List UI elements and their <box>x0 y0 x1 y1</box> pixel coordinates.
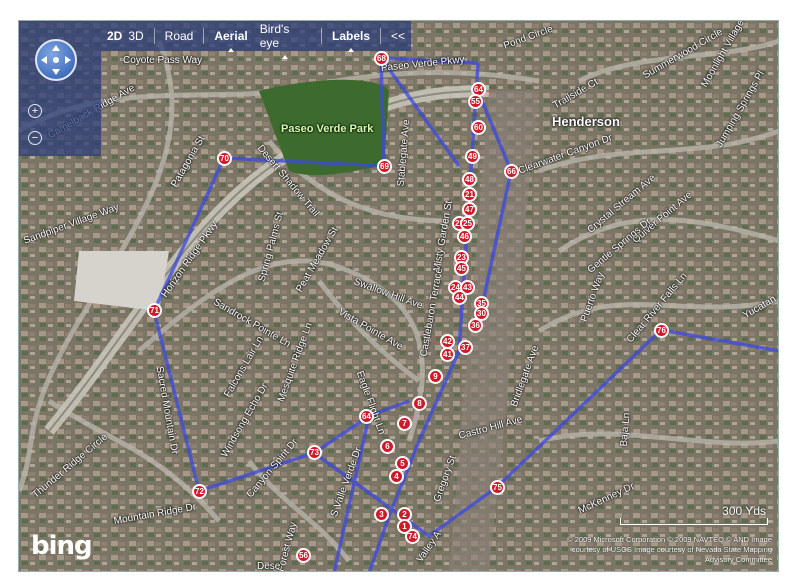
route-marker[interactable]: 64 <box>359 409 374 424</box>
aerial-view-button[interactable]: Aerial <box>208 29 253 52</box>
birds-eye-button[interactable]: Bird's eye <box>254 22 317 59</box>
route-marker[interactable]: 7 <box>397 416 412 431</box>
route-marker[interactable]: 44 <box>452 290 467 305</box>
zoom-in-button[interactable]: + <box>28 104 42 118</box>
scale-bar <box>620 518 768 525</box>
divider <box>321 28 322 44</box>
route-marker[interactable]: 69 <box>377 159 392 174</box>
route-marker[interactable]: 73 <box>307 445 322 460</box>
divider <box>203 28 205 44</box>
route-marker[interactable]: 36 <box>468 318 483 333</box>
map-view[interactable]: Henderson Paseo Verde Park Coyote Pass W… <box>18 20 779 572</box>
route-marker[interactable]: 47 <box>462 202 477 217</box>
collapse-toolbar-button[interactable]: << <box>385 29 411 43</box>
route-marker[interactable]: 76 <box>654 323 669 338</box>
mode-3d-button[interactable]: 3D <box>128 29 149 43</box>
route-marker[interactable]: 37 <box>458 340 473 355</box>
divider <box>380 28 381 44</box>
birds-eye-label: Bird's eye <box>259 22 290 50</box>
labels-label: Labels <box>332 29 371 43</box>
scale-label: 300 Yds <box>722 504 766 518</box>
place-label-park: Paseo Verde Park <box>281 123 374 135</box>
route-marker[interactable]: 9 <box>428 369 443 384</box>
route-marker[interactable]: 55 <box>468 94 483 109</box>
bing-logo: bing <box>31 531 93 561</box>
route-marker[interactable]: 72 <box>192 484 207 499</box>
route-marker[interactable]: 71 <box>147 303 162 318</box>
route-marker[interactable]: 66 <box>504 164 519 179</box>
route-marker[interactable]: 74 <box>405 529 420 544</box>
route-marker[interactable]: 56 <box>296 548 311 563</box>
aerial-label: Aerial <box>214 29 248 43</box>
street-label: Dese <box>257 561 281 572</box>
route-marker[interactable]: 6 <box>380 439 395 454</box>
route-marker[interactable]: 49 <box>465 149 480 164</box>
route-marker[interactable]: 70 <box>217 151 232 166</box>
route-marker[interactable]: 21 <box>462 187 477 202</box>
route-marker[interactable]: 41 <box>440 347 455 362</box>
route-marker[interactable]: 48 <box>462 172 477 187</box>
route-marker[interactable]: 75 <box>490 480 505 495</box>
divider <box>153 28 155 44</box>
route-marker[interactable]: 8 <box>412 396 427 411</box>
place-label-henderson: Henderson <box>552 114 620 129</box>
street-label: Coyote Pass Way <box>123 55 203 66</box>
chevron-up-icon <box>228 48 235 52</box>
route-marker[interactable]: 3 <box>374 507 389 522</box>
zoom-out-button[interactable]: − <box>28 131 42 145</box>
chevron-up-icon <box>348 48 354 52</box>
pan-compass-icon[interactable] <box>35 39 77 81</box>
route-marker[interactable]: 68 <box>374 51 389 66</box>
mode-2d-button[interactable]: 2D <box>101 29 128 43</box>
map-toolbar: 2D 3D Road Aerial Bird's eye Labels << <box>101 21 411 59</box>
copyright-text: © 2009 Microsoft Corporation © 2009 NAVT… <box>567 535 772 564</box>
map-control-panel: + − <box>19 21 101 156</box>
route-marker[interactable]: 45 <box>454 261 469 276</box>
labels-toggle-button[interactable]: Labels <box>326 29 376 52</box>
route-marker[interactable]: 46 <box>457 229 472 244</box>
route-marker[interactable]: 60 <box>471 120 486 135</box>
chevron-up-icon <box>282 55 289 59</box>
road-view-button[interactable]: Road <box>159 29 200 43</box>
route-marker[interactable]: 4 <box>389 469 404 484</box>
